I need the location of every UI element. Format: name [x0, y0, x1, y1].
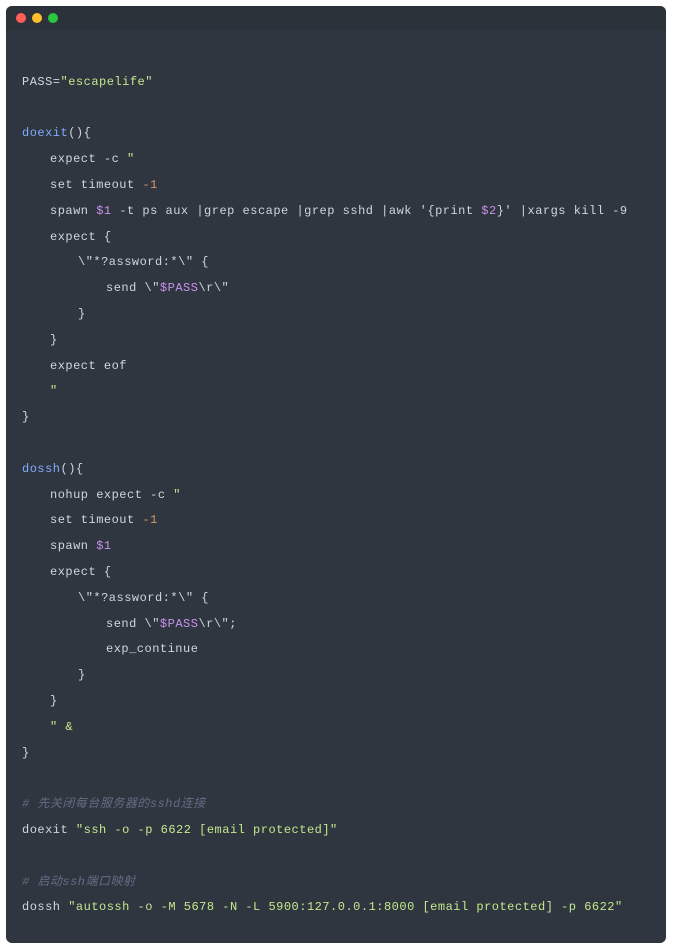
- code-line: spawn $1 -t ps aux |grep escape |grep ss…: [22, 199, 628, 225]
- code-line: }: [22, 302, 86, 328]
- code-line: nohup expect -c ": [22, 483, 181, 509]
- code-line: dossh: [22, 462, 61, 476]
- code-line: doexit "ssh -o -p 6622 [email protected]…: [22, 823, 338, 837]
- code-line: \"*?assword:*\" {: [22, 250, 209, 276]
- code-line: ": [22, 379, 58, 405]
- titlebar: [6, 6, 666, 30]
- code-line: }: [22, 328, 58, 354]
- code-line: }: [22, 689, 58, 715]
- minimize-dot-icon[interactable]: [32, 13, 42, 23]
- code-line: expect {: [22, 560, 112, 586]
- code-line: doexit: [22, 126, 68, 140]
- maximize-dot-icon[interactable]: [48, 13, 58, 23]
- close-dot-icon[interactable]: [16, 13, 26, 23]
- code-line: exp_continue: [22, 637, 198, 663]
- code-window: PASS="escapelife" doexit(){ expect -c " …: [6, 6, 666, 943]
- code-line: PASS="escapelife": [22, 75, 153, 89]
- code-line: set timeout -1: [22, 508, 158, 534]
- code-line: }: [22, 663, 86, 689]
- code-line: }: [22, 746, 30, 760]
- code-comment: # 启动ssh端口映射: [22, 875, 136, 889]
- code-line: expect eof: [22, 354, 127, 380]
- code-line: set timeout -1: [22, 173, 158, 199]
- code-line: spawn $1: [22, 534, 112, 560]
- code-line: dossh "autossh -o -M 5678 -N -L 5900:127…: [22, 900, 623, 914]
- code-line: " &: [22, 715, 73, 741]
- code-line: send \"$PASS\r\";: [22, 612, 237, 638]
- code-comment: # 先关闭每台服务器的sshd连接: [22, 797, 206, 811]
- code-line: }: [22, 410, 30, 424]
- code-body: PASS="escapelife" doexit(){ expect -c " …: [6, 30, 666, 943]
- code-line: \"*?assword:*\" {: [22, 586, 209, 612]
- code-line: expect {: [22, 225, 112, 251]
- code-line: send \"$PASS\r\": [22, 276, 229, 302]
- code-line: expect -c ": [22, 147, 135, 173]
